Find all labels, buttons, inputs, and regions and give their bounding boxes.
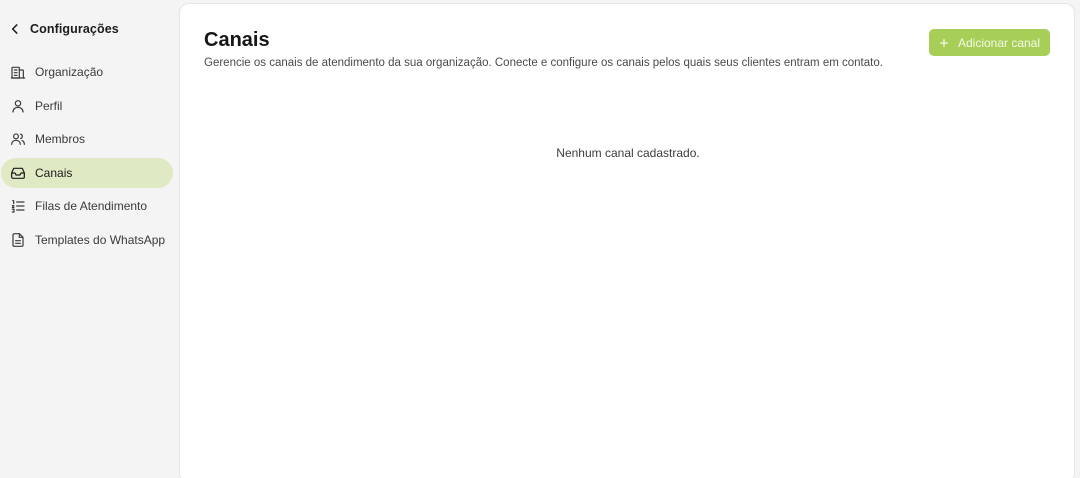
sidebar-item-perfil[interactable]: Perfil [1, 91, 173, 121]
sidebar-item-label: Canais [35, 165, 73, 180]
add-channel-button[interactable]: Adicionar canal [929, 29, 1050, 56]
chevron-left-icon [11, 24, 18, 34]
sidebar-item-label: Membros [35, 132, 86, 147]
sidebar-item-label: Organização [35, 65, 104, 79]
sidebar-title: Configurações [30, 22, 119, 36]
add-channel-label: Adicionar canal [957, 35, 1041, 50]
inbox-icon [11, 167, 25, 179]
page-title: Canais [204, 29, 270, 51]
settings-app: Configurações Organização Perfil Membros… [0, 0, 1080, 478]
plus-icon [940, 38, 948, 47]
sidebar-item-membros[interactable]: Membros [1, 124, 173, 154]
sidebar-item-canais[interactable]: Canais [1, 157, 173, 188]
sidebar-item-organizacao[interactable]: Organização [1, 57, 173, 87]
user-icon [12, 99, 24, 113]
sidebar-item-templates-do-whatsapp[interactable]: Templates do WhatsApp [1, 225, 173, 255]
sidebar-item-filas-de-atendimento[interactable]: Filas de Atendimento [1, 191, 173, 221]
users-icon [11, 133, 25, 146]
empty-state-message: Nenhum canal cadastrado. [556, 146, 700, 160]
settings-nav: Organização Perfil Membros Canais Filas … [1, 57, 173, 259]
sidebar-item-label: Templates do WhatsApp [35, 232, 166, 247]
list-ordered-icon [11, 200, 25, 213]
sidebar-item-label: Perfil [35, 98, 63, 113]
page-subtitle: Gerencie os canais de atendimento da sua… [204, 57, 883, 69]
settings-sidebar: Configurações Organização Perfil Membros… [0, 0, 178, 478]
sidebar-item-label: Filas de Atendimento [35, 199, 148, 214]
back-to-settings-button[interactable]: Configurações [8, 18, 127, 40]
channels-panel: Canais Gerencie os canais de atendimento… [179, 3, 1075, 478]
building-icon [10, 66, 26, 79]
file-text-icon [12, 233, 24, 247]
